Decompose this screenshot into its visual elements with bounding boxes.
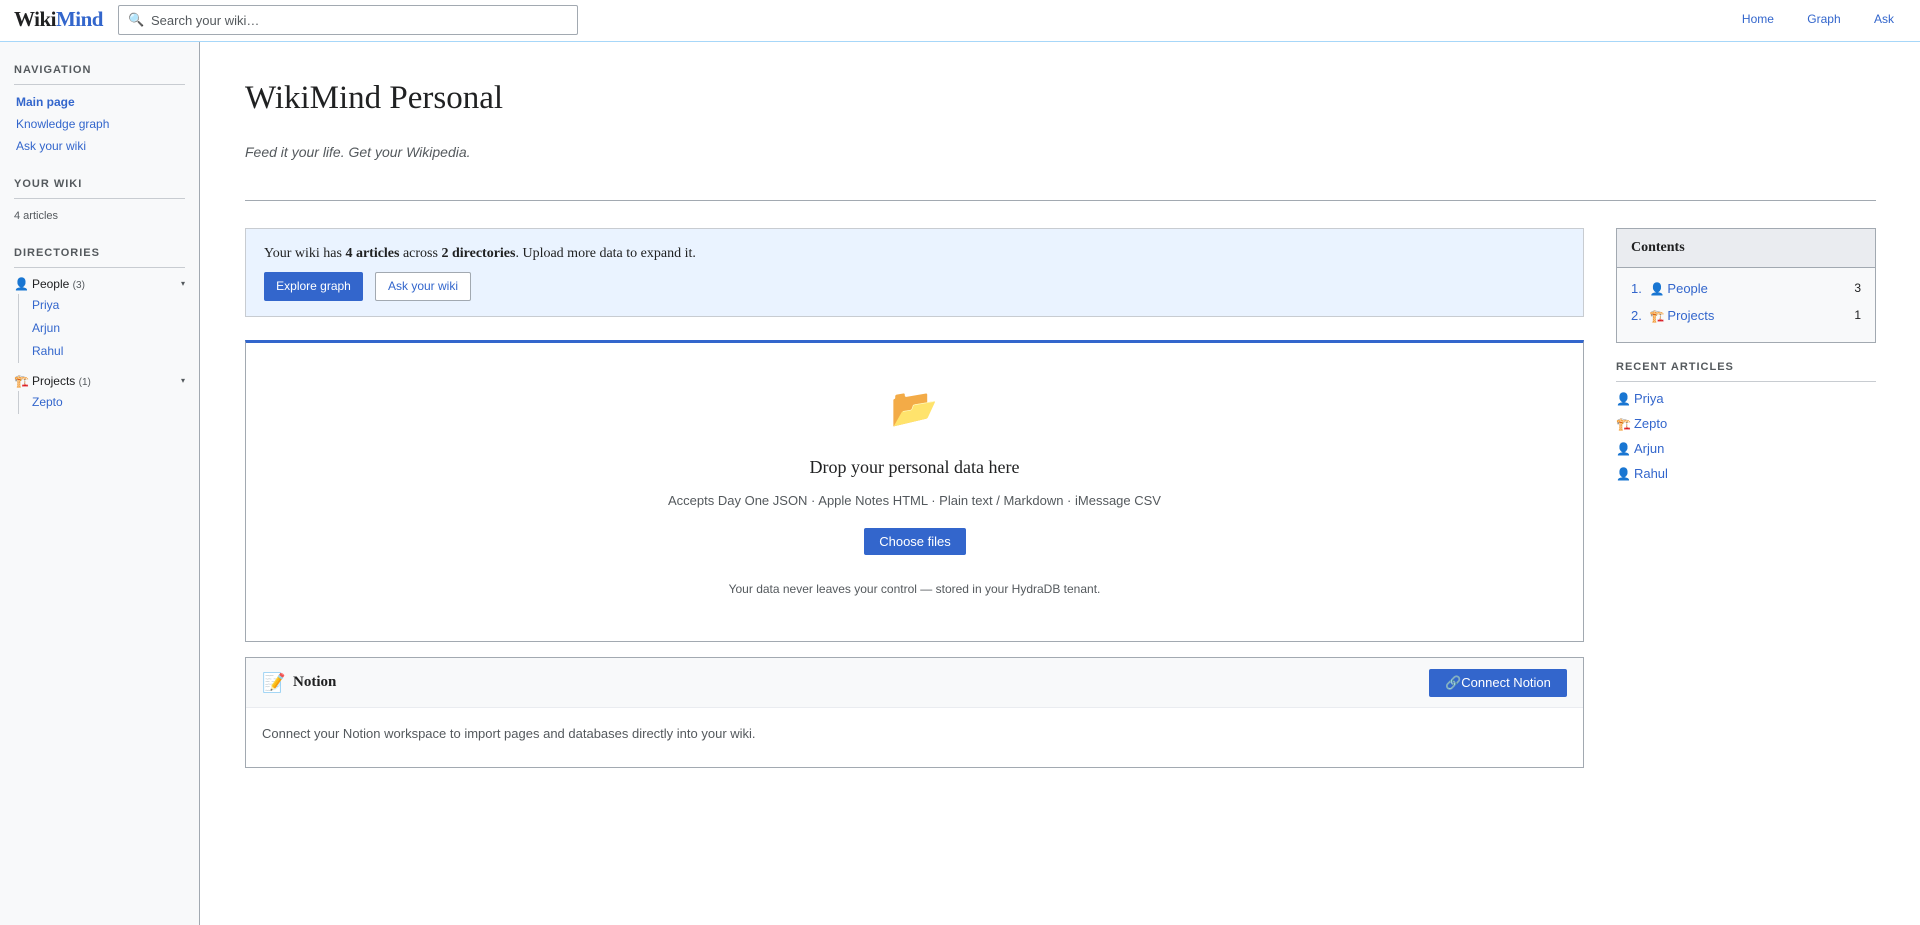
sidebar-yourwiki-heading: Your wiki <box>14 178 185 199</box>
sidebar-yourwiki-section: Your wiki 4 articles <box>14 178 185 222</box>
recent-article-zepto[interactable]: 🏗️ Zepto <box>1616 411 1876 436</box>
recent-article-rahul[interactable]: 👤 Rahul <box>1616 461 1876 486</box>
dropzone-accepted-formats: Accepts Day One JSON · Apple Notes HTML … <box>668 493 1161 508</box>
contents-box: Contents 1. 👤 People 3 2. 🏗️ Projects 1 <box>1616 228 1876 343</box>
person-icon: 👤 <box>1616 467 1631 481</box>
directory-count: (3) <box>72 280 85 291</box>
dropzone-title: Drop your personal data here <box>809 457 1020 477</box>
toc-item-projects[interactable]: 2. 🏗️ Projects 1 <box>1617 302 1875 329</box>
sidebar-navigation-heading: Navigation <box>14 64 185 85</box>
notion-title: Notion <box>293 674 337 690</box>
sidebar-directories-heading: Directories <box>14 247 185 268</box>
search-input[interactable] <box>151 9 566 31</box>
directory-count: (1) <box>78 377 91 388</box>
construction-icon: 🏗️ <box>1616 417 1631 431</box>
chevron-down-icon[interactable]: ▾ <box>181 371 185 391</box>
top-nav: Home Graph Ask <box>1712 12 1894 26</box>
recent-article-arjun[interactable]: 👤 Arjun <box>1616 436 1876 461</box>
top-header: WikiMind 🔍 Home Graph Ask <box>0 0 1920 42</box>
directory-label: People <box>31 277 70 291</box>
sidebar-item-knowledge-graph[interactable]: Knowledge graph <box>16 113 185 135</box>
construction-icon: 🏗️ <box>14 374 29 388</box>
toc-label: People <box>1667 281 1708 296</box>
directory-label: Projects <box>31 374 76 388</box>
search-icon: 🔍 <box>128 12 145 27</box>
recent-article-label: Arjun <box>1633 441 1665 456</box>
sidebar-item-ask-your-wiki[interactable]: Ask your wiki <box>16 135 185 157</box>
sidebar-item-rahul[interactable]: Rahul <box>32 340 185 363</box>
contents-heading: Contents <box>1617 229 1875 268</box>
directory-projects[interactable]: 🏗️ Projects (1) ▾ <box>14 371 185 391</box>
sidebar-item-zepto[interactable]: Zepto <box>32 391 185 414</box>
person-icon: 👤 <box>1616 442 1631 456</box>
sidebar-item-main-page[interactable]: Main page <box>16 91 185 113</box>
directory-people[interactable]: 👤 People (3) ▾ <box>14 274 185 294</box>
page-title: WikiMind Personal <box>245 80 504 116</box>
title-divider <box>245 200 1876 201</box>
toc-label: Projects <box>1667 308 1715 323</box>
toc-count: 1 <box>1854 308 1861 322</box>
sidebar-item-arjun[interactable]: Arjun <box>32 317 185 340</box>
person-icon: 👤 <box>1649 282 1665 296</box>
notion-card: 📝 Notion 🔗Connect Notion Connect your No… <box>245 657 1584 768</box>
search-box[interactable]: 🔍 <box>118 5 578 35</box>
logo[interactable]: WikiMind <box>14 7 103 32</box>
recent-article-label: Zepto <box>1633 416 1668 431</box>
file-dropzone[interactable]: 📂 Drop your personal data here Accepts D… <box>245 340 1584 642</box>
toc-count: 3 <box>1854 281 1861 295</box>
nav-home-link[interactable]: Home <box>1742 12 1774 26</box>
chevron-down-icon[interactable]: ▾ <box>181 274 185 294</box>
memo-icon: 📝 <box>262 673 286 694</box>
folder-icon: 📂 <box>890 388 939 430</box>
article-count: 4 articles <box>14 210 59 222</box>
person-icon: 👤 <box>14 277 29 291</box>
recent-articles-heading: RECENT ARTICLES <box>1616 361 1876 382</box>
nav-graph-link[interactable]: Graph <box>1807 12 1840 26</box>
page-tagline: Feed it your life. Get your Wikipedia. <box>245 144 471 160</box>
recent-article-label: Priya <box>1633 391 1664 406</box>
info-suffix: . Upload more data to expand it. <box>515 246 696 261</box>
info-directories: 2 directories <box>441 246 516 261</box>
toc-item-people[interactable]: 1. 👤 People 3 <box>1617 275 1875 302</box>
explore-graph-button[interactable]: Explore graph <box>264 272 363 301</box>
toc-number: 1. <box>1631 281 1642 296</box>
notion-card-header: 📝 Notion 🔗Connect Notion <box>246 658 1583 708</box>
directory-projects-children: Zepto <box>18 391 185 414</box>
recent-article-label: Rahul <box>1633 466 1668 481</box>
recent-article-priya[interactable]: 👤 Priya <box>1616 386 1876 411</box>
notion-description: Connect your Notion workspace to import … <box>262 726 756 741</box>
sidebar: Navigation Main page Knowledge graph Ask… <box>0 42 200 925</box>
toc-number: 2. <box>1631 308 1642 323</box>
person-icon: 👤 <box>1616 392 1631 406</box>
nav-ask-link[interactable]: Ask <box>1874 12 1894 26</box>
sidebar-navigation-section: Navigation Main page Knowledge graph Ask… <box>14 64 185 157</box>
logo-part-mind: Mind <box>55 7 104 31</box>
info-text: Your wiki has 4 articles across 2 direct… <box>264 246 696 262</box>
logo-part-wiki: Wiki <box>14 7 56 31</box>
info-box: Your wiki has 4 articles across 2 direct… <box>245 228 1584 317</box>
info-prefix: Your wiki has <box>264 246 346 261</box>
choose-files-button[interactable]: Choose files <box>864 528 966 555</box>
connect-notion-button[interactable]: 🔗Connect Notion <box>1429 669 1567 697</box>
dropzone-privacy-note: Your data never leaves your control — st… <box>728 582 1101 596</box>
sidebar-item-priya[interactable]: Priya <box>32 294 185 317</box>
recent-articles-list: 👤 Priya 🏗️ Zepto 👤 Arjun 👤 Rahul <box>1616 386 1876 486</box>
info-middle: across <box>399 246 442 261</box>
ask-your-wiki-button[interactable]: Ask your wiki <box>375 272 471 301</box>
info-articles: 4 articles <box>345 246 400 261</box>
construction-icon: 🏗️ <box>1649 309 1665 323</box>
sidebar-directories-section: Directories 👤 People (3) ▾ Priya Arjun Ra… <box>14 247 185 422</box>
directory-people-children: Priya Arjun Rahul <box>18 294 185 363</box>
